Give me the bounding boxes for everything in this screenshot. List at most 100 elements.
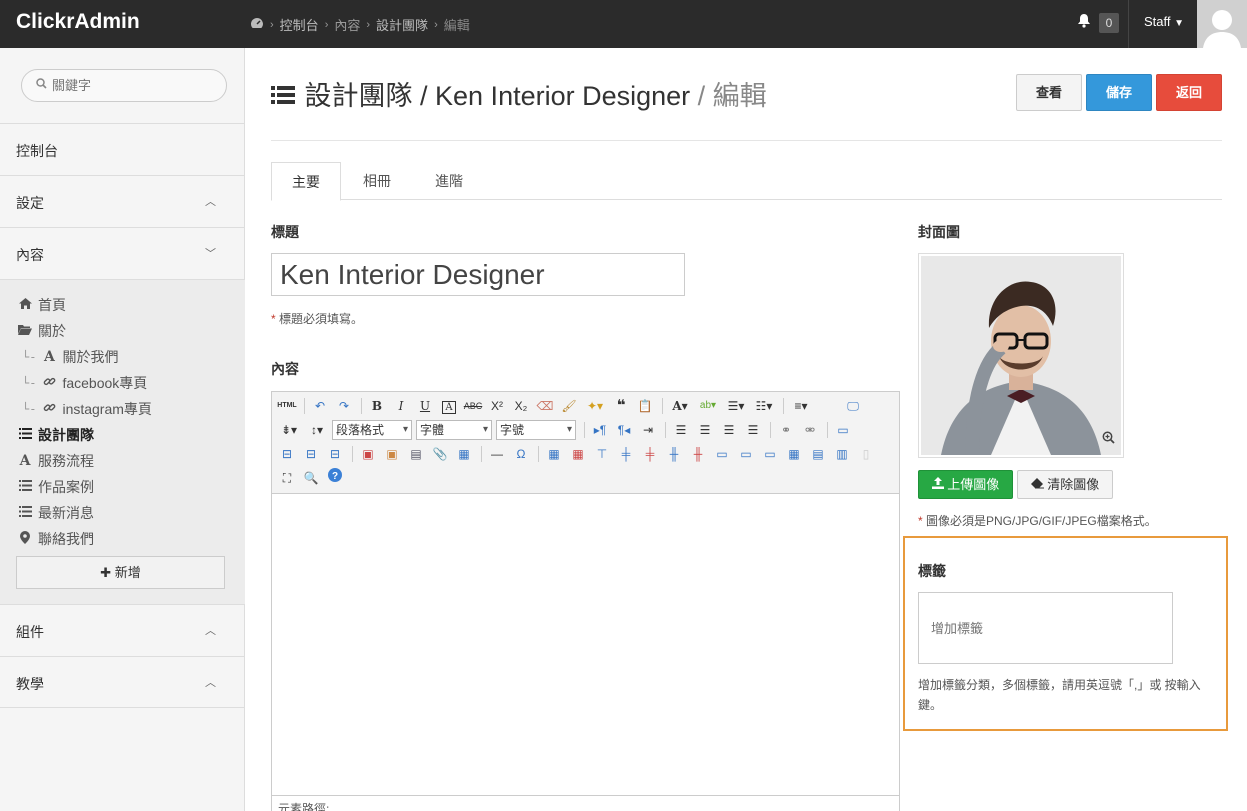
align-center-icon[interactable]: ☰ [694,419,716,441]
sidebar-section-tutorial[interactable]: 教學 ︿ [0,656,245,708]
sidebar-section-dashboard[interactable]: 控制台 [0,123,245,175]
unordered-list-icon[interactable]: ☷▾ [751,395,777,417]
print-icon[interactable]: ▯ [855,443,877,465]
format-brush-icon[interactable]: 🖌 [558,395,580,417]
split-rows-icon[interactable]: ▤ [807,443,829,465]
split-cols-icon[interactable]: ▥ [831,443,853,465]
title-input[interactable] [271,253,685,296]
view-button[interactable]: 查看 [1016,74,1082,111]
image-none-icon[interactable]: ⊟ [300,443,322,465]
font-size-select[interactable]: 字號 [496,420,576,440]
paragraph-format-select[interactable]: 段落格式 [332,420,412,440]
sidebar-item-portfolio[interactable]: 作品案例 [18,477,94,497]
sidebar-item-design-team[interactable]: 設計團隊 [18,425,94,445]
indent-icon[interactable]: ⇥ [637,419,659,441]
insert-image-icon[interactable]: ▣ [357,443,379,465]
subscript-icon[interactable]: X₂ [510,395,532,417]
delete-row-icon[interactable]: ╪ [639,443,661,465]
insert-table-icon[interactable]: ▦ [543,443,565,465]
ltr-icon[interactable]: ▸¶ [589,419,611,441]
search-replace-icon[interactable]: 🔍 [300,467,322,489]
merge-right-icon[interactable]: ▭ [735,443,757,465]
tab-advanced[interactable]: 進階 [421,162,477,200]
bell-icon[interactable] [1077,13,1091,31]
insert-row-icon[interactable]: ╪ [615,443,637,465]
dashboard-icon[interactable] [250,17,264,32]
merge-cells-icon[interactable]: ▭ [711,443,733,465]
paragraph-spacing-icon[interactable]: ⇟▾ [276,419,302,441]
link-icon[interactable]: ⚭ [775,419,797,441]
background-color-icon[interactable]: ab▾ [695,395,721,417]
cover-image-frame[interactable] [918,253,1124,458]
notification-count-badge[interactable]: 0 [1099,13,1119,33]
font-family-select[interactable]: 字體 [416,420,492,440]
zoom-icon[interactable] [1102,431,1115,447]
sidebar-section-components[interactable]: 組件 ︿ [0,604,245,656]
sidebar-item-about[interactable]: 關於 [18,321,66,341]
breadcrumb-design-team[interactable]: 設計團隊 [376,15,428,34]
align-right-icon[interactable]: ☰ [718,419,740,441]
table-caption-icon[interactable]: ⊤ [591,443,613,465]
magic-wand-icon[interactable]: ✦▾ [582,395,608,417]
preview-icon[interactable]: 🖵 [842,395,864,417]
bold-icon[interactable]: B [366,395,388,417]
tab-album[interactable]: 相冊 [349,162,405,200]
unlink-icon[interactable]: ⚮ [799,419,821,441]
upload-image-button[interactable]: 上傳圖像 [918,470,1013,499]
brand-logo[interactable]: ClickrAdmin [16,10,140,34]
font-border-icon[interactable]: A [438,395,460,417]
back-button[interactable]: 返回 [1156,74,1222,111]
user-menu-dropdown[interactable]: Staff ▼ [1144,14,1184,29]
video-icon[interactable]: ▤ [405,443,427,465]
paste-icon[interactable]: 📋 [634,395,656,417]
ordered-list-icon[interactable]: ☰▾ [723,395,749,417]
split-cells-icon[interactable]: ▦ [783,443,805,465]
sidebar-item-about-us[interactable]: └- A 關於我們 [22,347,118,367]
align-left-icon[interactable]: ☰ [670,419,692,441]
tags-input[interactable] [918,592,1173,664]
breadcrumb-content[interactable]: 內容 [334,15,360,34]
row-spacing-icon[interactable]: ≡▾ [788,395,814,417]
sidebar-search[interactable] [21,69,227,102]
delete-col-icon[interactable]: ╫ [687,443,709,465]
rtl-icon[interactable]: ¶◂ [613,419,635,441]
template-icon[interactable]: ▦ [453,443,475,465]
anchor-icon[interactable]: ▭ [832,419,854,441]
search-input[interactable] [52,78,212,93]
sidebar-item-contact[interactable]: 聯絡我們 [18,529,94,549]
italic-icon[interactable]: I [390,395,412,417]
special-chars-icon[interactable]: Ω [510,443,532,465]
eraser-icon[interactable]: ⌫ [534,395,556,417]
image-center-icon[interactable]: ⊟ [324,443,346,465]
sidebar-item-home[interactable]: 首頁 [18,295,66,315]
image-left-icon[interactable]: ⊟ [276,443,298,465]
breadcrumb-dashboard[interactable]: 控制台 [280,15,319,34]
sidebar-section-content[interactable]: 內容 ﹀ [0,227,245,279]
tab-main[interactable]: 主要 [271,162,341,201]
strikethrough-icon[interactable]: ABC [462,395,484,417]
clear-image-button[interactable]: 清除圖像 [1017,470,1113,499]
font-color-icon[interactable]: A▾ [667,395,693,417]
sidebar-item-service-process[interactable]: A 服務流程 [18,451,94,471]
delete-table-icon[interactable]: ▦ [567,443,589,465]
underline-icon[interactable]: U [414,395,436,417]
sidebar-item-news[interactable]: 最新消息 [18,503,94,523]
multi-image-icon[interactable]: ▣ [381,443,403,465]
redo-icon[interactable]: ↷ [333,395,355,417]
add-item-button[interactable]: ✚ 新增 [16,556,225,589]
attachment-icon[interactable]: 📎 [429,443,451,465]
superscript-icon[interactable]: X² [486,395,508,417]
help-icon[interactable]: ? [324,467,346,489]
save-button[interactable]: 儲存 [1086,74,1152,111]
find-replace-icon[interactable]: ⛶ [276,467,298,489]
sidebar-section-settings[interactable]: 設定 ︿ [0,175,245,227]
sidebar-item-instagram[interactable]: └- instagram專頁 [22,399,152,419]
merge-down-icon[interactable]: ▭ [759,443,781,465]
horizontal-rule-icon[interactable]: — [486,443,508,465]
editor-content-area[interactable] [272,495,899,795]
insert-col-icon[interactable]: ╫ [663,443,685,465]
avatar[interactable] [1197,0,1247,48]
align-justify-icon[interactable]: ☰ [742,419,764,441]
blockquote-icon[interactable]: ❝ [610,395,632,417]
line-height-icon[interactable]: ↕▾ [304,419,330,441]
